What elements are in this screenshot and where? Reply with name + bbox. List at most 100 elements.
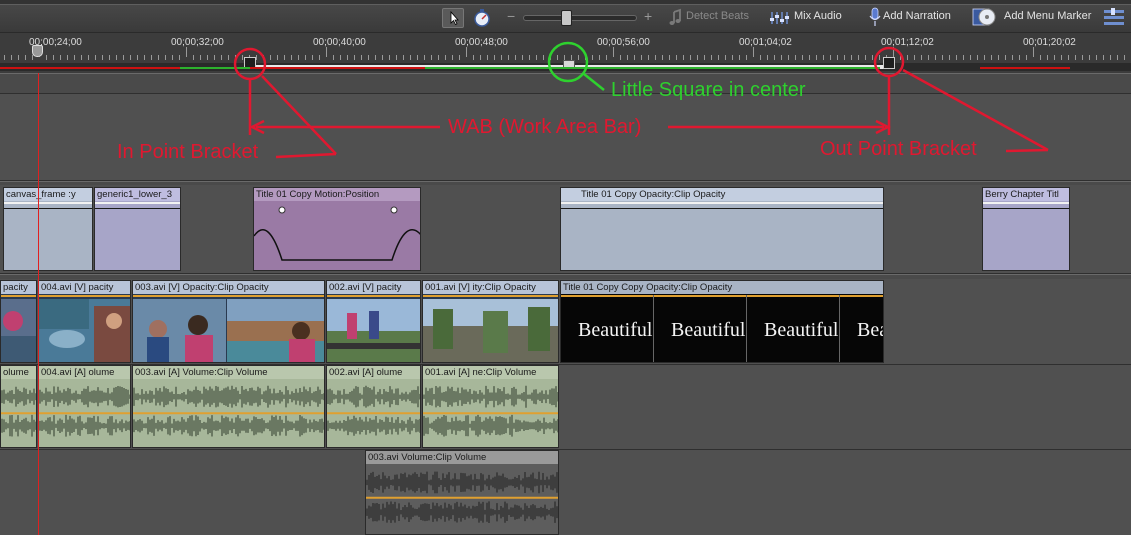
title-frame-text: Beautiful: [671, 319, 746, 341]
video-clip-005[interactable]: pacity: [0, 280, 37, 363]
marker-track: [0, 73, 1131, 93]
ruler-tick: [921, 55, 922, 60]
title-clip-motion-position[interactable]: Title 01 Copy Motion:Position: [253, 187, 421, 271]
add-narration-button[interactable]: [868, 6, 882, 28]
ruler-tick: [816, 55, 817, 60]
ruler-tick: [417, 55, 418, 60]
ruler-tick: [375, 55, 376, 60]
ruler-tick: [445, 55, 446, 60]
mixer-icon: [770, 12, 789, 24]
ruler-tick: [746, 55, 747, 60]
ruler-timecode: 00;00;32;00: [171, 37, 224, 48]
ruler-tick: [676, 55, 677, 60]
ruler-tick: [662, 55, 663, 60]
detect-beats-label[interactable]: Detect Beats: [686, 10, 749, 22]
audio-waveform: [423, 385, 558, 437]
ruler-tick: [949, 55, 950, 60]
zoom-slider-track[interactable]: [523, 15, 637, 21]
ruler-tick: [1082, 55, 1083, 60]
ruler-tick: [732, 55, 733, 60]
title-clip-lower-third[interactable]: generic1_lower_3: [94, 187, 181, 271]
render-line-green: [425, 67, 880, 69]
video-clip-004[interactable]: 004.avi [V] pacity: [38, 280, 131, 363]
time-stretch-button[interactable]: [471, 8, 493, 28]
ruler-tick: [802, 55, 803, 60]
track-options-button[interactable]: [1102, 7, 1126, 27]
ruler-tick: [872, 55, 873, 60]
ruler-tick: [18, 55, 19, 60]
out-point-bracket[interactable]: [883, 57, 895, 69]
ruler-tick: [697, 55, 698, 60]
ruler-tick: [291, 55, 292, 60]
mix-audio-button[interactable]: [769, 8, 791, 28]
title-frame-text: Beau: [857, 319, 883, 341]
selection-tool-button[interactable]: [442, 8, 464, 28]
ruler-tick: [1068, 55, 1069, 60]
video-clip-001[interactable]: 001.avi [V] ity:Clip Opacity: [422, 280, 559, 363]
ruler-tick: [228, 55, 229, 60]
ruler-timecode: 00;01;04;02: [739, 37, 792, 48]
render-line-green: [180, 67, 250, 69]
add-menu-marker-button[interactable]: [972, 6, 998, 28]
playhead-handle[interactable]: [32, 45, 43, 57]
ruler-tick: [634, 55, 635, 60]
ruler-tick: [1110, 55, 1111, 60]
add-menu-marker-label[interactable]: Add Menu Marker: [1004, 10, 1091, 22]
playhead-line[interactable]: [38, 73, 39, 535]
ruler-tick: [599, 55, 600, 60]
zoom-slider-thumb[interactable]: [561, 10, 572, 26]
audio-waveform: [39, 385, 130, 437]
audio-clip-004[interactable]: 004.avi [A] olume: [38, 365, 131, 448]
audio-clip-002[interactable]: 002.avi [A] olume: [326, 365, 421, 448]
audio-clip-001[interactable]: 001.avi [A] ne:Clip Volume: [422, 365, 559, 448]
ruler-tick: [613, 47, 614, 57]
ruler-tick: [1026, 55, 1027, 60]
audio-clip-003[interactable]: 003.avi [A] Volume:Clip Volume: [132, 365, 325, 448]
clip-header: Title 01 Copy Opacity:Clip Opacity: [561, 188, 883, 201]
title-clip-beautiful[interactable]: Title 01 Copy Copy Opacity:Clip Opacity …: [560, 280, 884, 363]
video-clip-003[interactable]: 003.avi [V] Opacity:Clip Opacity: [132, 280, 325, 363]
add-narration-label[interactable]: Add Narration: [883, 10, 951, 22]
ruler-tick: [53, 55, 54, 60]
dvd-disc-icon: [972, 8, 996, 26]
video-clip-002[interactable]: 002.avi [V] pacity: [326, 280, 421, 363]
detect-beats-button[interactable]: [668, 8, 684, 28]
ruler-tick: [501, 55, 502, 60]
ruler-tick: [109, 55, 110, 60]
clip-opacity-line: [561, 295, 883, 297]
ruler-tick: [256, 55, 257, 60]
ruler-tick: [515, 55, 516, 60]
audio-clip-005[interactable]: olume: [0, 365, 37, 448]
ruler-tick: [620, 55, 621, 60]
ruler-tick: [760, 55, 761, 60]
video-thumbnail: [327, 299, 420, 362]
ruler-tick: [1096, 55, 1097, 60]
ruler-tick: [529, 55, 530, 60]
clip-header: Berry Chapter Titl: [983, 188, 1069, 201]
audio-clip-003-narration[interactable]: 003.avi Volume:Clip Volume: [365, 450, 559, 535]
ruler-tick: [74, 55, 75, 60]
ruler-tick: [739, 55, 740, 60]
mix-audio-label[interactable]: Mix Audio: [794, 10, 842, 22]
stopwatch-icon: [474, 9, 490, 27]
zoom-in-button[interactable]: +: [644, 8, 652, 24]
ruler-tick: [284, 55, 285, 60]
clip-divider: [4, 208, 92, 209]
ruler-tick: [88, 55, 89, 60]
title-clip-opacity[interactable]: Title 01 Copy Opacity:Clip Opacity: [560, 187, 884, 271]
ruler-tick: [319, 55, 320, 60]
video-thumbnail: [423, 299, 558, 362]
ruler-tick: [1075, 55, 1076, 60]
clip-divider: [983, 208, 1069, 209]
ruler-tick: [207, 55, 208, 60]
ruler-tick: [718, 55, 719, 60]
ruler-tick: [627, 55, 628, 60]
ruler-tick: [536, 55, 537, 60]
zoom-out-button[interactable]: −: [507, 8, 515, 24]
title-clip-canvas-frame[interactable]: canvas_frame :y: [3, 187, 93, 271]
ruler-tick: [179, 55, 180, 60]
ruler-tick: [963, 55, 964, 60]
timeline-window: − + Detect Beats Mix Audio Add Narration…: [0, 0, 1131, 535]
ruler-tick: [753, 47, 754, 57]
title-clip-berry-chapter[interactable]: Berry Chapter Titl: [982, 187, 1070, 271]
